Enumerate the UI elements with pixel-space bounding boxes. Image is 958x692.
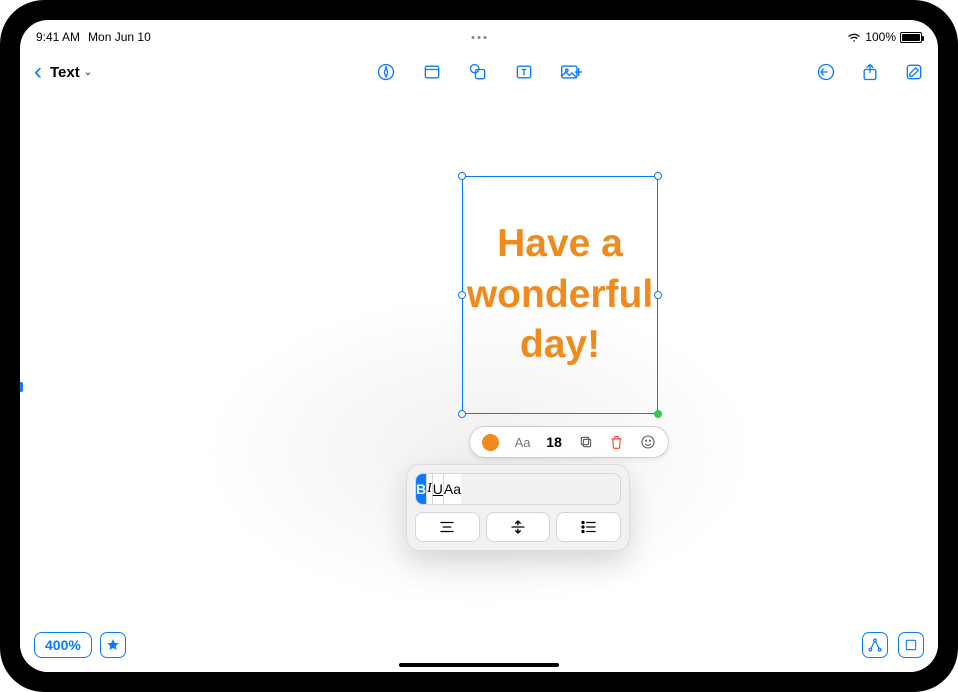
sticky-note-tool-icon[interactable] [422,62,442,82]
multitask-indicator[interactable] [472,36,487,39]
connector-tool-button[interactable] [862,632,888,658]
resize-handle-tr[interactable] [654,172,662,180]
text-tool-icon[interactable] [514,62,534,82]
vertical-align-button[interactable] [486,512,551,542]
compose-icon[interactable] [904,62,924,82]
duplicate-icon[interactable] [578,434,594,450]
delete-icon[interactable] [609,434,624,450]
bold-button[interactable]: B [416,474,427,504]
pen-tool-icon[interactable] [376,62,396,82]
media-tool-icon[interactable] [560,62,582,82]
selection-tool-button[interactable] [898,632,924,658]
favorites-button[interactable] [100,632,126,658]
caps-button[interactable]: Aa [444,474,461,504]
battery-percent: 100% [865,30,896,44]
ipad-frame: 9:41 AM Mon Jun 10 100% ‹ Text [0,0,958,692]
edge-tick [20,382,23,392]
font-picker[interactable]: Aa [515,435,531,450]
status-date: Mon Jun 10 [88,30,151,44]
zoom-level-button[interactable]: 400% [34,632,92,658]
status-time: 9:41 AM [36,30,80,44]
canvas[interactable]: Have a wonderful day! Aa 18 [20,94,938,672]
document-title-dropdown[interactable]: Text ⌄ [50,64,92,81]
shape-tool-icon[interactable] [468,62,488,82]
text-color-swatch[interactable] [482,434,499,451]
resize-handle-ml[interactable] [458,291,466,299]
inline-text-editor: Aa 18 [469,426,669,458]
screen: 9:41 AM Mon Jun 10 100% ‹ Text [20,20,938,672]
text-box-selected[interactable]: Have a wonderful day! [462,176,658,414]
back-chevron-icon[interactable]: ‹ [34,60,42,84]
home-indicator[interactable] [399,663,559,667]
undo-icon[interactable] [816,62,836,82]
resize-handle-bl[interactable] [458,410,466,418]
battery-icon [900,32,922,43]
style-segment-group: B I U Aa [415,473,621,505]
font-size[interactable]: 18 [546,434,562,450]
emoji-icon[interactable] [640,434,656,450]
chevron-down-icon: ⌄ [84,67,92,78]
list-button[interactable] [556,512,621,542]
share-icon[interactable] [860,62,880,82]
resize-handle-mr[interactable] [654,291,662,299]
underline-button[interactable]: U [433,474,444,504]
document-title: Text [50,64,80,81]
app-toolbar: ‹ Text ⌄ [20,54,938,90]
status-bar: 9:41 AM Mon Jun 10 100% [20,28,938,46]
align-button[interactable] [415,512,480,542]
text-format-panel: B I U Aa [406,464,630,551]
resize-handle-tl[interactable] [458,172,466,180]
text-box-content[interactable]: Have a wonderful day! [467,219,653,371]
wifi-icon [847,32,861,42]
resize-handle-br[interactable] [654,410,662,418]
